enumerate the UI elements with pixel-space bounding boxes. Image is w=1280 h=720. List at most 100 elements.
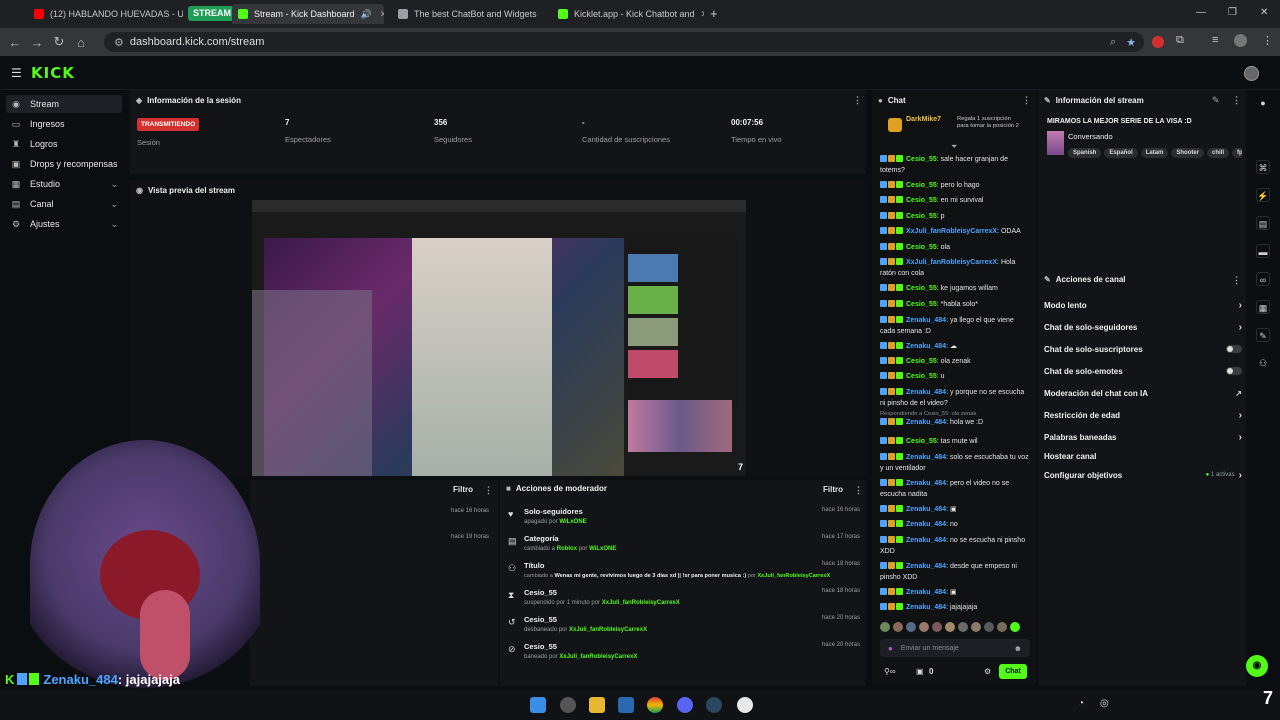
mod-action-row[interactable]: ⧗ Cesio_55 suspendido por 1 minuto por X… <box>508 588 864 614</box>
kebab-menu-icon[interactable]: ⋮ <box>854 485 863 496</box>
chat-username[interactable]: Zenaku_484 <box>906 454 946 461</box>
new-tab-button[interactable]: + <box>710 6 718 21</box>
browser-tab-kicklet[interactable]: Kicklet.app - Kick Chatbot and ✕ <box>552 4 704 24</box>
gift-icon[interactable]: ▣ <box>916 667 924 676</box>
emote-icon[interactable] <box>919 622 929 632</box>
emote-icon[interactable] <box>958 622 968 632</box>
chat-username[interactable]: Cesio_55 <box>906 301 937 308</box>
forward-icon[interactable]: → <box>26 35 48 50</box>
mod-action-row[interactable]: ▤ Categoría cambiado a Roblox por WiLxON… <box>508 534 864 560</box>
back-icon[interactable]: ← <box>4 35 26 50</box>
browser-tab-kick-dashboard[interactable]: Stream - Kick Dashboard 🔊 ✕ <box>232 4 384 24</box>
emote-icon[interactable] <box>971 622 981 632</box>
mod-action-user[interactable]: XxJuli_fanRobleisyCarrexX <box>757 573 830 579</box>
stream-preview-video[interactable]: 7 <box>252 200 746 476</box>
chat-message[interactable]: Cesio_55: ola <box>880 243 1030 254</box>
filter-button[interactable]: Filtro <box>453 485 473 494</box>
chat-message[interactable]: Zenaku_484: pero el video no se escucha … <box>880 479 1030 500</box>
chat-message[interactable]: XxJuli_fanRobleisyCarrexX: Hola ratón co… <box>880 258 1030 279</box>
media-icon[interactable]: ≡ <box>1212 34 1218 46</box>
chat-username[interactable]: Cesio_55 <box>906 197 937 204</box>
kebab-menu-icon[interactable]: ⋮ <box>1232 95 1241 106</box>
tag[interactable]: Latam <box>1140 148 1169 158</box>
host-channel-row[interactable]: Hostear canal <box>1044 447 1242 465</box>
chat-message[interactable]: Zenaku_484: ▣ <box>880 505 1030 516</box>
kebab-menu-icon[interactable]: ⋮ <box>853 95 862 106</box>
chat-username[interactable]: Zenaku_484 <box>906 317 946 324</box>
subscribers-only-toggle[interactable] <box>1226 345 1242 353</box>
slow-mode-row[interactable]: Modo lento › <box>1044 296 1242 314</box>
tag[interactable]: fps <box>1232 148 1242 158</box>
chat-message[interactable]: Zenaku_484: y porque no se escucha ni pi… <box>880 388 1030 409</box>
mod-tools-icon[interactable]: ⚲∞ <box>884 667 896 676</box>
chat-message[interactable]: Cesio_55: pero lo hago <box>880 181 1030 192</box>
chat-username[interactable]: Zenaku_484 <box>906 537 946 544</box>
tag[interactable]: Spanish <box>1068 148 1102 158</box>
banned-words-row[interactable]: Palabras baneadas › <box>1044 428 1242 446</box>
sidebar-item-estudio[interactable]: ▦ Estudio ⌄ <box>6 175 122 193</box>
chat-username[interactable]: Zenaku_484 <box>906 521 946 528</box>
chat-username[interactable]: Cesio_55 <box>906 182 937 189</box>
age-restriction-row[interactable]: Restricción de edad › <box>1044 406 1242 424</box>
kebab-menu-icon[interactable]: ⋮ <box>484 485 493 496</box>
hamburger-menu-icon[interactable]: ☰ <box>11 66 22 80</box>
chat-message[interactable]: XxJuli_fanRobleisyCarrexX: ODAA <box>880 227 1030 238</box>
start-icon[interactable] <box>530 697 546 713</box>
tag[interactable]: Español <box>1104 148 1138 158</box>
followers-only-row[interactable]: Chat de solo-seguidores › <box>1044 318 1242 336</box>
emote-icon[interactable] <box>997 622 1007 632</box>
mod-action-row[interactable]: ⚇ Título cambiado a Wenas mi gente, revi… <box>508 561 864 587</box>
emoji-icon[interactable]: ☻ <box>1014 644 1022 653</box>
emote-icon[interactable] <box>945 622 955 632</box>
chat-message[interactable]: Cesio_55: ke jugamos willam <box>880 284 1030 295</box>
chat-username[interactable]: Zenaku_484 <box>906 589 946 596</box>
mod-action-row[interactable]: ♥ Solo-seguidores apagado por WiLxONE ha… <box>508 507 864 533</box>
obs-icon[interactable] <box>737 697 753 713</box>
list-icon[interactable]: ▤ <box>1256 216 1270 230</box>
mute-icon[interactable]: 🔊 <box>355 9 372 20</box>
chrome-icon[interactable] <box>647 697 663 713</box>
chat-message[interactable]: Zenaku_484: no se escucha ni pinsho XDD <box>880 536 1030 557</box>
mod-action-user[interactable]: WiLxONE <box>589 546 616 552</box>
browser-tab-chatbot[interactable]: The best ChatBot and Widgets ✕ <box>392 4 544 24</box>
user-avatar[interactable] <box>1244 66 1259 81</box>
close-icon[interactable]: ✕ <box>537 9 544 20</box>
close-icon[interactable]: ✕ <box>695 9 704 20</box>
emote-icon[interactable] <box>880 622 890 632</box>
info-icon[interactable]: ● <box>1256 96 1270 110</box>
chat-username[interactable]: Zenaku_484 <box>906 506 946 513</box>
mod-action-user[interactable]: WiLxONE <box>559 519 586 525</box>
chat-username[interactable]: Cesio_55 <box>906 213 937 220</box>
chat-username[interactable]: Cesio_55 <box>906 438 937 445</box>
sidebar-item-ingresos[interactable]: ▭ Ingresos <box>6 115 122 133</box>
mod-action-row[interactable]: ↺ Cesio_55 desbaneado por XxJuli_fanRobl… <box>508 615 864 641</box>
emote-icon[interactable] <box>1010 622 1020 632</box>
chat-username[interactable]: Zenaku_484 <box>906 419 946 426</box>
send-chat-button[interactable]: Chat <box>999 664 1027 679</box>
users-icon[interactable]: ⚇ <box>1256 356 1270 370</box>
edit-icon[interactable]: ✎ <box>1212 95 1220 106</box>
chat-message[interactable]: Cesio_55: tas mute wil <box>880 437 1030 448</box>
site-info-icon[interactable]: ⚙ <box>114 36 124 49</box>
chat-message[interactable]: Zenaku_484: hola we :D <box>880 418 1030 429</box>
chat-username[interactable]: Cesio_55 <box>906 244 937 251</box>
chat-message[interactable]: Cesio_55: sale hacer granjan de totems? <box>880 155 1030 176</box>
chat-message[interactable]: Zenaku_484: desde que empeso ni pinsho X… <box>880 562 1030 583</box>
chat-message[interactable]: Cesio_55: en mi survival <box>880 196 1030 207</box>
steam-icon[interactable] <box>706 697 722 713</box>
chat-username[interactable]: Cesio_55 <box>906 285 937 292</box>
tray-icon[interactable]: ◔ <box>1078 698 1084 709</box>
sidebar-item-stream[interactable]: ◉ Stream <box>6 95 122 113</box>
tag[interactable]: chill <box>1207 148 1230 158</box>
profile-avatar[interactable] <box>1234 34 1247 47</box>
emote-icon[interactable] <box>932 622 942 632</box>
zoom-icon[interactable]: ⌕ <box>1110 36 1116 49</box>
chat-message[interactable]: Zenaku_484: ya llego el que viene cada s… <box>880 316 1030 337</box>
chat-username[interactable]: Cesio_55 <box>906 358 937 365</box>
chat-filter-icon[interactable]: ⏷ <box>951 142 957 152</box>
sidebar-item-drops[interactable]: ▣ Drops y recompensas <box>6 155 122 173</box>
pinned-user[interactable]: DarkMike7 <box>906 116 941 123</box>
window-close-button[interactable]: ✕ <box>1260 7 1268 18</box>
chat-message[interactable]: Cesio_55: ola zenak <box>880 357 1030 368</box>
chat-message[interactable]: Zenaku_484: ▣ <box>880 588 1030 599</box>
